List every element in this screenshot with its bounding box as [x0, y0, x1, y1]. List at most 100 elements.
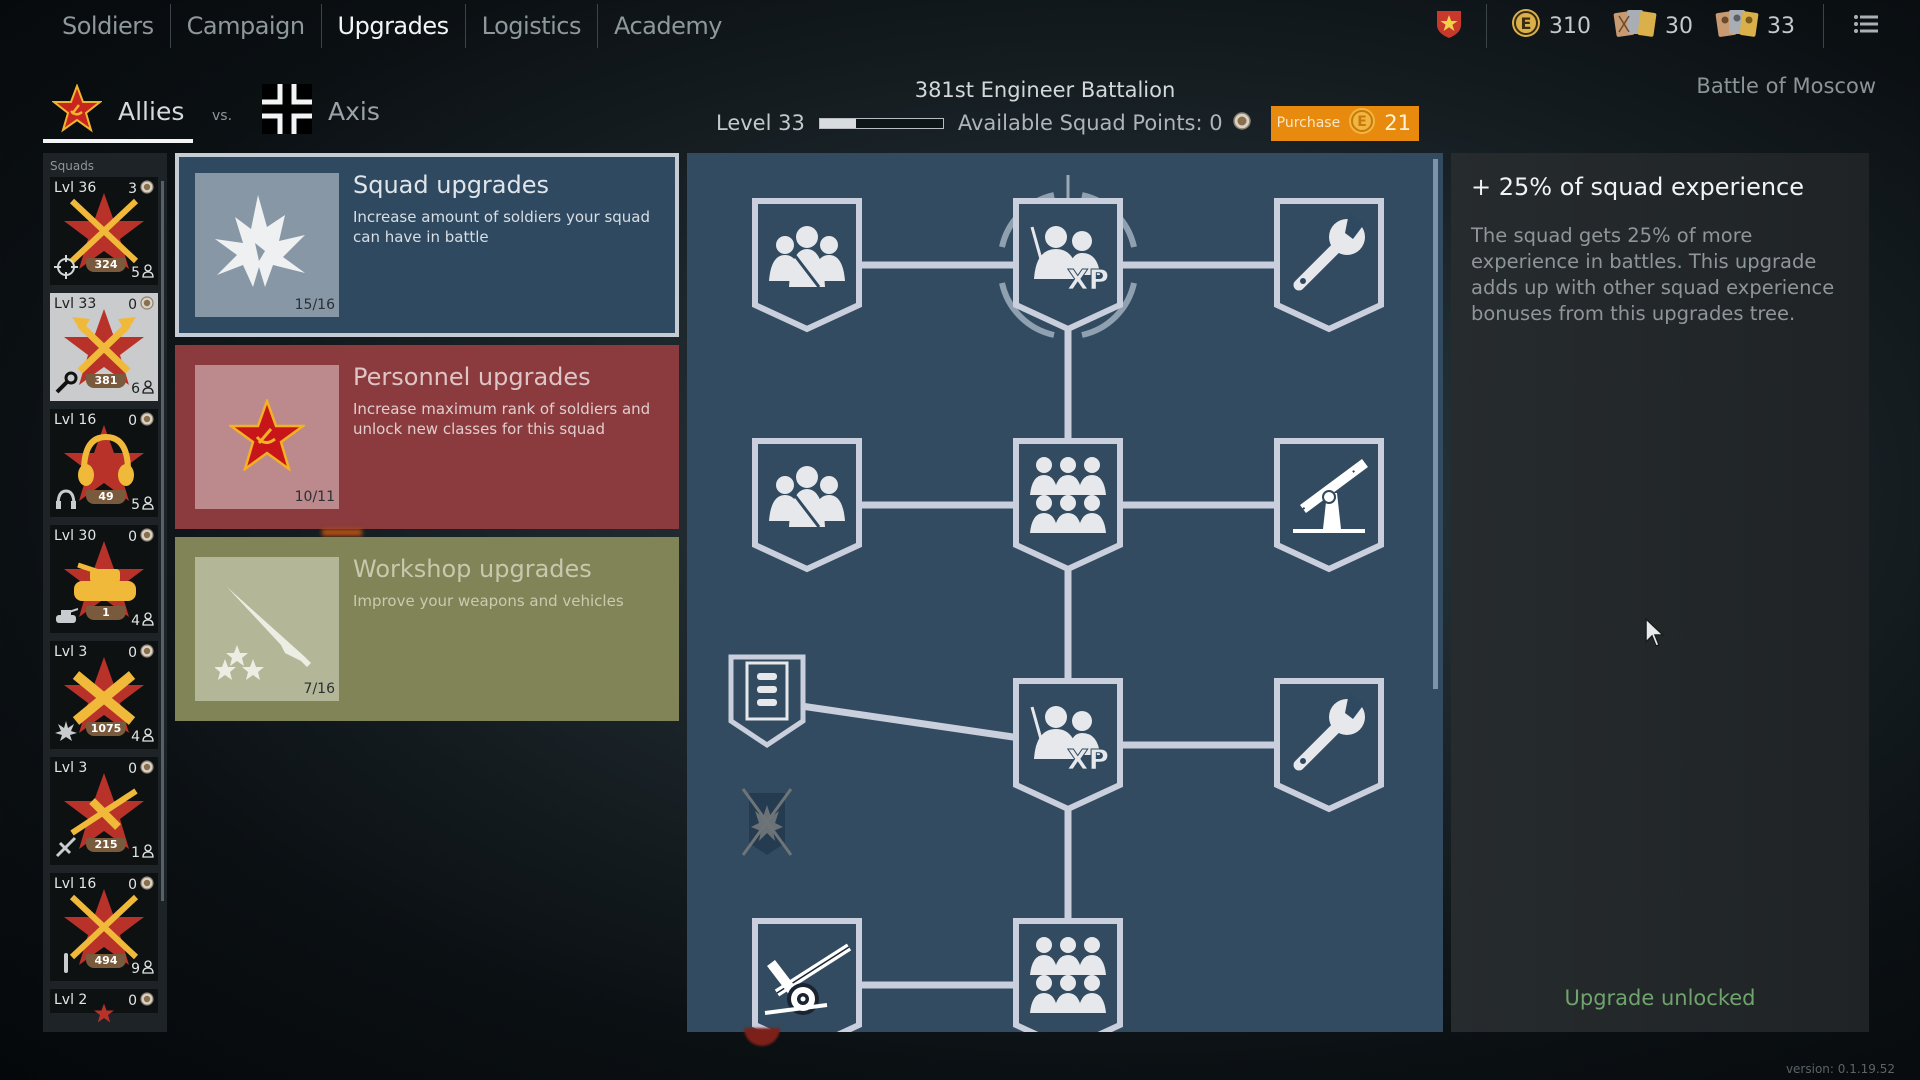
squad-points: 0: [128, 412, 154, 430]
squad-points-value: 0: [128, 413, 137, 429]
tab-academy[interactable]: Academy: [598, 4, 738, 48]
purchase-squad-points-button[interactable]: Purchase E 21: [1270, 105, 1419, 141]
soldier-cards-balance: 33: [1715, 8, 1795, 44]
person-icon: [142, 264, 154, 282]
battle-name: Battle of Moscow: [1696, 74, 1876, 98]
soldier-cards-icon: [1715, 8, 1759, 44]
node-shield-frame: [1274, 678, 1384, 813]
category-thumbnail: 10/11: [195, 365, 339, 509]
squad-card[interactable]: Lvl 16 0 49 5: [50, 409, 158, 517]
squad-point-icon: [140, 412, 154, 430]
squad-size-value: 1: [131, 845, 140, 861]
squad-soldier-count: 215: [86, 838, 126, 852]
upgrade-node-large-squad[interactable]: Large squad: [1013, 438, 1123, 573]
upgrade-detail-panel: + 25% of squad experience The squad gets…: [1451, 153, 1869, 1032]
node-shield-frame: [1274, 198, 1384, 333]
explosion-locked-icon: [741, 788, 793, 856]
squad-point-icon: [140, 876, 154, 894]
squad-level: Lvl 33: [54, 296, 97, 312]
squad-soldier-count: 381: [86, 374, 126, 388]
squad-points-value: 0: [128, 297, 137, 313]
squad-size: 5: [131, 496, 154, 514]
squad-size: 5: [131, 264, 154, 282]
category-progress: 10/11: [294, 489, 335, 505]
squad-card[interactable]: Lvl 2 0: [50, 989, 158, 1023]
squad-size-value: 5: [131, 265, 140, 281]
category-personnel-upgrades[interactable]: 10/11 Personnel upgrades Increase maximu…: [175, 345, 679, 529]
squad-soldier-count: 1: [86, 606, 126, 620]
list-menu-icon[interactable]: [1854, 15, 1878, 37]
upgrade-title: + 25% of squad experience: [1471, 173, 1805, 201]
divider: [1823, 4, 1824, 48]
squad-size: 4: [131, 728, 154, 746]
squad-points: 0: [128, 760, 154, 778]
squad-points: 0: [128, 992, 154, 1010]
tree-scrollbar[interactable]: [1433, 159, 1438, 689]
category-description: Improve your weapons and vehicles: [353, 592, 624, 610]
soviet-star-icon: [227, 397, 307, 475]
resources-bar: E 310 30 33: [1436, 0, 1920, 52]
squad-card[interactable]: Lvl 16 0 494 9: [50, 873, 158, 981]
squad-level: Lvl 3: [54, 760, 88, 776]
upgrade-node-wrench[interactable]: Engineer upgrade: [1274, 678, 1384, 813]
explosion-icon: [213, 195, 313, 299]
headphones-icon: [54, 487, 78, 511]
upgrade-node-wrench[interactable]: Engineer upgrade: [1274, 198, 1384, 333]
squad-point-icon: [1232, 112, 1251, 134]
version-label: version: 0.1.19.52: [1785, 1062, 1895, 1076]
person-icon: [142, 612, 154, 630]
squad-soldier-count: 49: [86, 490, 126, 504]
squad-card[interactable]: Lvl 36 3 324 5: [50, 177, 158, 285]
svg-text:E: E: [1521, 14, 1532, 33]
category-thumbnail: 15/16: [195, 173, 339, 317]
upgrade-status: Upgrade unlocked: [1564, 986, 1756, 1010]
available-squad-points: Available Squad Points: 0: [957, 111, 1223, 135]
squad-points: 0: [128, 876, 154, 894]
squad-card[interactable]: Lvl 30 0 1 4: [50, 525, 158, 633]
category-progress: 15/16: [294, 297, 335, 313]
squad-size-value: 6: [131, 381, 140, 397]
svg-text:XP: XP: [1067, 743, 1109, 776]
gold-balance: E 310: [1511, 8, 1591, 44]
e-coin-icon: E: [1511, 8, 1541, 44]
gold-value: 310: [1549, 13, 1591, 39]
tab-logistics[interactable]: Logistics: [466, 4, 598, 48]
squad-card[interactable]: Lvl 3 0 1075 4: [50, 641, 158, 749]
tab-upgrades[interactable]: Upgrades: [322, 4, 466, 48]
upgrade-node-squad-group[interactable]: Squad size: [752, 198, 862, 333]
purchase-label: Purchase: [1276, 115, 1341, 131]
upgrade-node-field-gun[interactable]: Field gun: [752, 918, 862, 1032]
tab-campaign[interactable]: Campaign: [171, 4, 322, 48]
squad-card[interactable]: Lvl 33 0 381 6: [50, 293, 158, 401]
category-workshop-upgrades[interactable]: 7/16 Workshop upgrades Improve your weap…: [175, 537, 679, 721]
upgrade-node-squad-xp[interactable]: XPSquad experience: [1013, 678, 1123, 813]
large-squad-icon: [1030, 457, 1106, 533]
squad-size: 9: [131, 960, 154, 978]
tab-soldiers[interactable]: Soldiers: [46, 4, 171, 48]
squads-scrollbar[interactable]: [161, 181, 164, 901]
squad-soldier-count: 494: [86, 954, 126, 968]
battalion-level-row: Level 33 Available Squad Points: 0 Purch…: [716, 105, 1419, 141]
divider: [1486, 4, 1487, 48]
upgrade-node-squad-xp[interactable]: XP+25% squad experience: [982, 192, 1154, 338]
upgrade-node-aa-gun[interactable]: AA gun: [1274, 438, 1384, 573]
squad-list: Lvl 36 3 324 5 Lvl 33 0 381 6 Lvl 16 0 49 5 Lvl 30 0 1…: [43, 177, 167, 1023]
squad-size: 6: [131, 380, 154, 398]
weapon-cards-icon: [1613, 8, 1657, 44]
upgrade-tree-panel: Squad size XP+25% squad experience Enginee…: [687, 153, 1443, 1032]
squad-card[interactable]: Lvl 3 0 215 1: [50, 757, 158, 865]
decorative-glow: [322, 529, 362, 536]
shield-star-icon[interactable]: [1436, 9, 1462, 43]
plane-icon: [54, 835, 78, 859]
squad-point-icon: [140, 644, 154, 662]
category-title: Squad upgrades: [353, 171, 550, 199]
battalion-title: 381st Engineer Battalion: [914, 78, 1176, 102]
person-icon: [142, 960, 154, 978]
squad-point-icon: [140, 180, 154, 198]
upgrade-node-ammo-list[interactable]: Ammo: [728, 654, 806, 749]
upgrade-node-large-squad[interactable]: Large squad: [1013, 918, 1123, 1032]
battalion-level: Level 33: [716, 111, 805, 135]
upgrade-node-squad-group[interactable]: Squad size: [752, 438, 862, 573]
category-squad-upgrades[interactable]: 15/16 Squad upgrades Increase amount of …: [175, 153, 679, 337]
upgrade-node-explosion-locked[interactable]: Locked: [741, 788, 793, 856]
